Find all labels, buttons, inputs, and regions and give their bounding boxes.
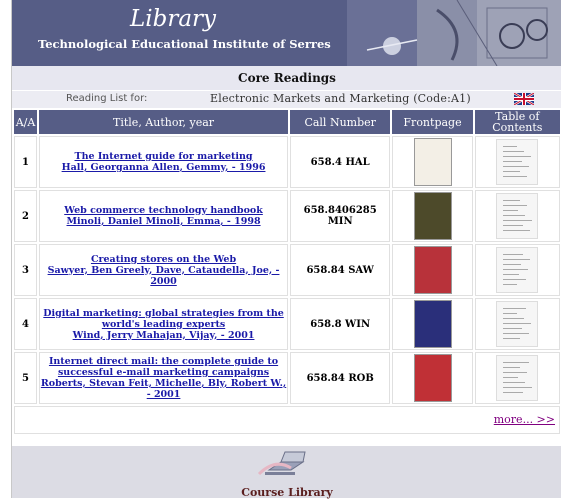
reading-list-label: Reading List for: xyxy=(66,93,148,104)
table-row: 1 The Internet guide for marketing Hall, G… xyxy=(14,136,560,188)
call-number: 658.4 HAL xyxy=(290,136,391,188)
row-number: 4 xyxy=(14,298,38,350)
book-title-link[interactable]: Web commerce technology handbook xyxy=(64,205,263,216)
toc-cell xyxy=(474,298,560,350)
call-number: 658.8 WIN xyxy=(290,298,391,350)
column-header-toc: Table of Contents xyxy=(474,110,560,134)
book-title-link[interactable]: Creating stores on the Web xyxy=(91,254,236,265)
book-title-link[interactable]: Digital marketing: global strategies fro… xyxy=(43,308,283,330)
table-of-contents-thumbnail[interactable] xyxy=(496,355,539,401)
library-title: Library xyxy=(130,6,217,32)
book-authors-link[interactable]: Roberts, Stevan Feit, Michelle, Bly, Rob… xyxy=(41,378,286,400)
book-authors-link[interactable]: Hall, Georganna Allen, Gemmy, - 1996 xyxy=(62,162,266,173)
book-cover-image[interactable] xyxy=(413,246,452,294)
table-row: 3 Creating stores on the Web Sawyer, Ben G… xyxy=(14,244,560,296)
book-cover-image[interactable] xyxy=(413,354,452,402)
book-authors-link[interactable]: Wind, Jerry Mahajan, Vijay, - 2001 xyxy=(73,330,255,341)
toc-cell xyxy=(474,136,560,188)
footer: Course Library xyxy=(12,446,561,499)
book-entry: Internet direct mail: the complete guide… xyxy=(39,352,288,404)
table-of-contents-thumbnail[interactable] xyxy=(496,193,539,239)
frontpage-cell xyxy=(392,244,473,296)
banner-collage-image xyxy=(347,0,561,66)
row-number: 1 xyxy=(14,136,38,188)
more-row: more... >> xyxy=(14,406,560,434)
book-entry: The Internet guide for marketing Hall, Ge… xyxy=(39,136,288,188)
book-authors-link[interactable]: Sawyer, Ben Greely, Dave, Cataudella, Jo… xyxy=(48,265,280,287)
book-entry: Creating stores on the Web Sawyer, Ben Gr… xyxy=(39,244,288,296)
book-entry: Web commerce technology handbook Minoli, … xyxy=(39,190,288,242)
column-header-call-number: Call Number xyxy=(290,110,391,134)
library-banner: Library Technological Educational Instit… xyxy=(12,0,561,66)
frontpage-cell xyxy=(392,298,473,350)
book-cover-image[interactable] xyxy=(413,192,452,240)
book-title-link[interactable]: The Internet guide for marketing xyxy=(75,151,253,162)
more-link[interactable]: more... >> xyxy=(494,413,555,426)
toc-cell xyxy=(474,190,560,242)
call-number: 658.84 SAW xyxy=(290,244,391,296)
column-header-index: A/A xyxy=(14,110,38,134)
course-library-label[interactable]: Course Library xyxy=(12,486,561,499)
column-header-frontpage: Frontpage xyxy=(392,110,473,134)
institute-name: Technological Educational Institute of S… xyxy=(38,37,331,51)
call-number: 658.84 ROB xyxy=(290,352,391,404)
table-row: 5 Internet direct mail: the complete guid… xyxy=(14,352,560,404)
reading-list-bar: Reading List for: Electronic Markets and… xyxy=(12,91,561,108)
section-title: Core Readings xyxy=(12,66,561,91)
column-header-title: Title, Author, year xyxy=(39,110,288,134)
frontpage-cell xyxy=(392,352,473,404)
book-entry: Digital marketing: global strategies fro… xyxy=(39,298,288,350)
row-number: 5 xyxy=(14,352,38,404)
page: Library Technological Educational Instit… xyxy=(11,0,561,499)
call-number: 658.8406285 MIN xyxy=(290,190,391,242)
table-of-contents-thumbnail[interactable] xyxy=(496,139,539,185)
table-row: 2 Web commerce technology handbook Minoli,… xyxy=(14,190,560,242)
readings-table: A/A Title, Author, year Call Number Fron… xyxy=(12,108,561,406)
book-title-link[interactable]: Internet direct mail: the complete guide… xyxy=(49,356,278,378)
table-of-contents-thumbnail[interactable] xyxy=(496,247,539,293)
frontpage-cell xyxy=(392,136,473,188)
toc-cell xyxy=(474,352,560,404)
book-cover-image[interactable] xyxy=(413,138,452,186)
course-library-icon[interactable] xyxy=(251,448,321,478)
uk-flag-icon[interactable] xyxy=(514,93,534,105)
table-row: 4 Digital marketing: global strategies fr… xyxy=(14,298,560,350)
book-authors-link[interactable]: Minoli, Daniel Minoli, Emma, - 1998 xyxy=(67,216,261,227)
table-of-contents-thumbnail[interactable] xyxy=(496,301,539,347)
book-cover-image[interactable] xyxy=(413,300,452,348)
toc-cell xyxy=(474,244,560,296)
row-number: 3 xyxy=(14,244,38,296)
row-number: 2 xyxy=(14,190,38,242)
course-name: Electronic Markets and Marketing (Code:A… xyxy=(210,92,471,105)
frontpage-cell xyxy=(392,190,473,242)
